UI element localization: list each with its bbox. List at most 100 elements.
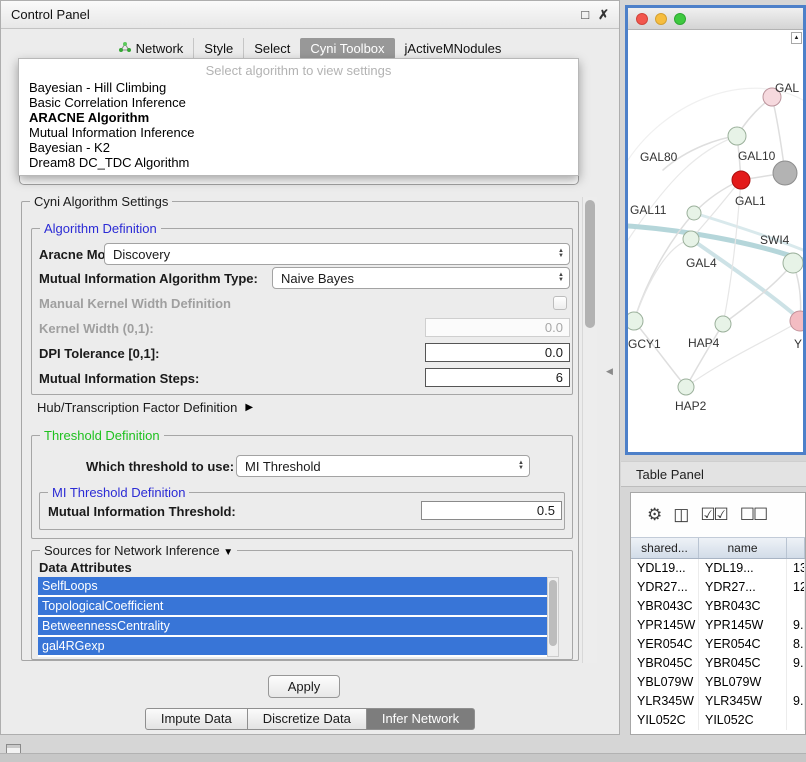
gear-icon[interactable]: ⚙ — [647, 505, 660, 525]
table-body: YDL19...YDL19...13YDR27...YDR27...12YBR0… — [631, 559, 805, 730]
table-row[interactable]: YBR043CYBR043C — [631, 597, 805, 616]
table-cell: 9. — [787, 616, 805, 635]
table-row[interactable]: YLR345WYLR345W9. — [631, 692, 805, 711]
tab-network[interactable]: Network — [109, 38, 194, 59]
column-header-shared-name[interactable]: shared... — [631, 538, 699, 558]
tab-jactivemodules[interactable]: jActiveMNodules — [395, 38, 512, 59]
window-title: Control Panel — [11, 7, 90, 22]
table-cell: YDL19... — [699, 559, 787, 578]
network-node[interactable] — [678, 379, 694, 395]
manual-kernel-label: Manual Kernel Width Definition — [39, 296, 231, 311]
table-row[interactable]: YBL079WYBL079W — [631, 673, 805, 692]
algorithm-popup-item[interactable]: ARACNE Algorithm — [19, 110, 578, 125]
network-edge[interactable] — [634, 239, 691, 321]
mi-type-select[interactable]: Naive Bayes ▲▼ — [272, 267, 570, 289]
network-node[interactable] — [783, 253, 803, 273]
network-node[interactable] — [683, 231, 699, 247]
tab-discretize-data[interactable]: Discretize Data — [247, 708, 367, 730]
scroll-up-icon[interactable]: ▲ — [791, 32, 802, 44]
algorithm-popup-item[interactable]: Mutual Information Inference — [19, 125, 578, 140]
expanded-arrow-icon: ▼ — [223, 547, 233, 558]
sources-toggle[interactable]: Sources for Network Inference ▼ — [40, 543, 237, 558]
data-attribute-item[interactable]: BetweennessCentrality — [38, 617, 547, 635]
table-cell: YDR27... — [699, 578, 787, 597]
group-title: Threshold Definition — [40, 428, 164, 443]
mi-threshold-field[interactable]: 0.5 — [421, 501, 562, 520]
tab-infer-network[interactable]: Infer Network — [366, 708, 475, 730]
which-threshold-select[interactable]: MI Threshold ▲▼ — [236, 455, 530, 477]
data-attribute-item[interactable]: gal4RGexp — [38, 637, 547, 655]
network-node[interactable] — [728, 127, 746, 145]
algorithm-popup-item[interactable]: Dream8 DC_TDC Algorithm — [19, 155, 578, 170]
table-cell: YBR045C — [699, 654, 787, 673]
apply-button[interactable]: Apply — [268, 675, 340, 698]
kernel-width-label: Kernel Width (0,1): — [39, 321, 154, 336]
attributes-scrollbar[interactable] — [547, 577, 559, 657]
hub-definition-toggle[interactable]: Hub/Transcription Factor Definition ▶ — [37, 400, 253, 415]
tab-style[interactable]: Style — [193, 38, 243, 59]
mi-steps-field[interactable]: 6 — [425, 368, 570, 387]
network-node-label: GAL4 — [686, 256, 717, 270]
table-cell: YBR043C — [699, 597, 787, 616]
table-row[interactable]: YBR045CYBR045C9. — [631, 654, 805, 673]
algorithm-popup-item[interactable]: Bayesian - K2 — [19, 140, 578, 155]
minimize-traffic-light[interactable] — [655, 13, 667, 25]
scrollbar-thumb[interactable] — [585, 200, 595, 328]
algorithm-popup-list: Bayesian - Hill ClimbingBasic Correlatio… — [19, 80, 578, 170]
mi-type-label: Mutual Information Algorithm Type: — [39, 271, 258, 286]
table-row[interactable]: YIL052CYIL052C — [631, 711, 805, 730]
panel-splitter-arrow-icon[interactable]: ◀ — [606, 366, 613, 377]
dpi-tolerance-field[interactable]: 0.0 — [425, 343, 570, 362]
network-edge[interactable] — [686, 321, 800, 387]
network-canvas-svg: GALGAL80GAL10GAL11GAL1SWI4GAL4GCY1HAP4YH… — [628, 30, 803, 452]
tab-impute-data[interactable]: Impute Data — [145, 708, 248, 730]
network-canvas[interactable]: GALGAL80GAL10GAL11GAL1SWI4GAL4GCY1HAP4YH… — [628, 30, 803, 452]
network-node[interactable] — [628, 312, 643, 330]
mi-steps-label: Mutual Information Steps: — [39, 371, 199, 386]
network-view-window: ▲ GALGAL80GAL10GAL11GAL1SWI4GAL4GCY1HAP4… — [625, 5, 806, 455]
algorithm-popup-item[interactable]: Basic Correlation Inference — [19, 95, 578, 110]
combo-arrows-icon: ▲▼ — [558, 273, 564, 283]
network-edge[interactable] — [634, 321, 686, 387]
table-row[interactable]: YDL19...YDL19...13 — [631, 559, 805, 578]
algorithm-popup-item[interactable]: Bayesian - Hill Climbing — [19, 80, 578, 95]
column-header-name[interactable]: name — [699, 538, 787, 558]
close-traffic-light[interactable] — [636, 13, 648, 25]
combo-arrows-icon: ▲▼ — [518, 461, 524, 471]
table-cell: YBL079W — [631, 673, 699, 692]
zoom-traffic-light[interactable] — [674, 13, 686, 25]
data-attribute-item[interactable]: TopologicalCoefficient — [38, 597, 547, 615]
network-edge[interactable] — [691, 239, 803, 322]
network-window-titlebar[interactable] — [628, 8, 803, 30]
deselect-all-icon[interactable]: ☐☐ — [740, 505, 766, 525]
columns-icon[interactable]: ◫ — [673, 505, 687, 525]
table-cell: YDR27... — [631, 578, 699, 597]
table-panel-title: Table Panel — [621, 461, 806, 487]
bottom-tabbar: Impute Data Discretize Data Infer Networ… — [1, 708, 619, 730]
column-header-extra[interactable] — [787, 538, 805, 558]
network-edge[interactable] — [723, 263, 793, 324]
table-row[interactable]: YDR27...YDR27...12 — [631, 578, 805, 597]
network-node[interactable] — [732, 171, 750, 189]
aracne-mode-select[interactable]: Discovery ▲▼ — [104, 243, 570, 265]
settings-scrollbar[interactable] — [582, 197, 597, 663]
float-window-icon[interactable]: □ — [581, 7, 589, 22]
network-node[interactable] — [773, 161, 797, 185]
network-node[interactable] — [687, 206, 701, 220]
tab-cyni-toolbox[interactable]: Cyni Toolbox — [300, 38, 394, 59]
group-title: MI Threshold Definition — [48, 485, 189, 500]
network-edge[interactable] — [686, 324, 723, 387]
scrollbar-thumb[interactable] — [549, 580, 557, 646]
tab-label: Select — [254, 41, 290, 56]
select-all-icon[interactable]: ☑☑ — [700, 505, 726, 525]
manual-kernel-checkbox[interactable] — [553, 296, 567, 310]
table-row[interactable]: YPR145WYPR145W9. — [631, 616, 805, 635]
mi-threshold-label: Mutual Information Threshold: — [48, 504, 236, 519]
hub-definition-label: Hub/Transcription Factor Definition — [37, 400, 237, 415]
tab-select[interactable]: Select — [243, 38, 300, 59]
close-window-icon[interactable]: ✗ — [598, 7, 609, 23]
table-row[interactable]: YER054CYER054C8. — [631, 635, 805, 654]
data-attribute-item[interactable]: SelfLoops — [38, 577, 547, 595]
group-title: Algorithm Definition — [40, 221, 161, 236]
network-node[interactable] — [715, 316, 731, 332]
